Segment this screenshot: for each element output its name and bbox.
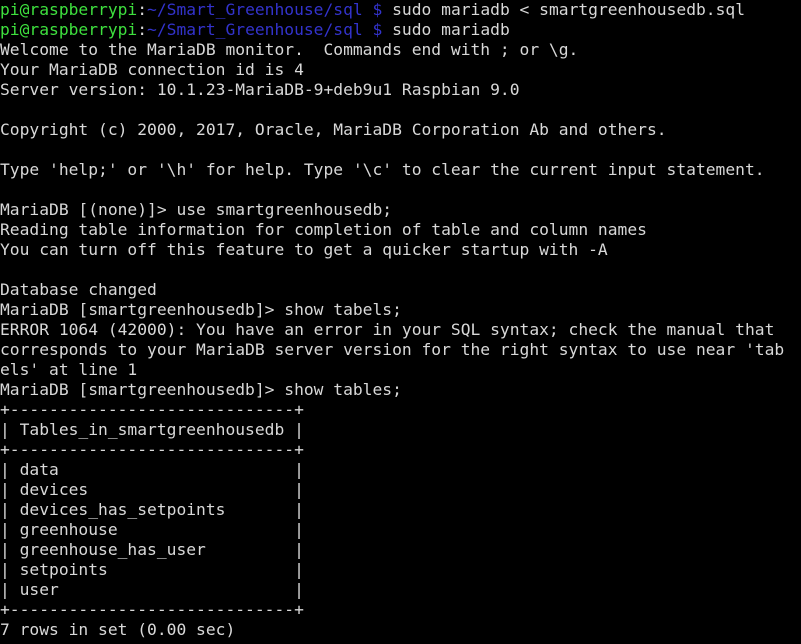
prompt-separator: :	[137, 0, 148, 19]
terminal-line-text: Welcome to the MariaDB monitor. Commands…	[0, 40, 579, 59]
terminal-line-text: Type 'help;' or '\h' for help. Type '\c'…	[0, 160, 765, 179]
prompt-user-host: pi@raspberrypi	[0, 20, 138, 39]
terminal-line: els' at line 1	[0, 360, 801, 380]
terminal-line-text: ERROR 1064 (42000): You have an error in…	[0, 320, 775, 339]
terminal-line: MariaDB [(none)]> use smartgreenhousedb;	[0, 200, 801, 220]
terminal-line: | user |	[0, 580, 801, 600]
terminal-line: | data |	[0, 460, 801, 480]
terminal-line-text: Reading table information for completion…	[0, 220, 647, 239]
terminal-line-text: | Tables_in_smartgreenhousedb |	[0, 420, 304, 439]
terminal-line-text: +-----------------------------+	[0, 400, 304, 419]
terminal-line: | devices_has_setpoints |	[0, 500, 801, 520]
terminal-line-text: | devices_has_setpoints |	[0, 500, 304, 519]
terminal-line: MariaDB [smartgreenhousedb]> show tabels…	[0, 300, 801, 320]
prompt-user-host: pi@raspberrypi	[0, 0, 138, 19]
prompt-sigil: $	[372, 0, 383, 19]
terminal-line: 7 rows in set (0.00 sec)	[0, 620, 801, 640]
terminal-line-text: +-----------------------------+	[0, 440, 304, 459]
prompt-path: ~/Smart_Greenhouse/sql	[147, 20, 363, 39]
terminal-line-text: | greenhouse |	[0, 520, 304, 539]
prompt-sigil: $	[372, 20, 383, 39]
terminal-line-text: You can turn off this feature to get a q…	[0, 240, 608, 259]
terminal-line-text: Database changed	[0, 280, 157, 299]
terminal-line-text: | greenhouse_has_user |	[0, 540, 304, 559]
terminal-line: MariaDB [smartgreenhousedb]> show tables…	[0, 380, 801, 400]
terminal-line-text: | setpoints |	[0, 560, 304, 579]
terminal-line-text: 7 rows in set (0.00 sec)	[0, 620, 236, 639]
terminal-line: Type 'help;' or '\h' for help. Type '\c'…	[0, 160, 801, 180]
terminal-line: Database changed	[0, 280, 801, 300]
terminal-line-text: MariaDB [smartgreenhousedb]> show tabels…	[0, 300, 402, 319]
terminal-line: | devices |	[0, 480, 801, 500]
terminal-line: | setpoints |	[0, 560, 801, 580]
terminal-line-text: Your MariaDB connection id is 4	[0, 60, 304, 79]
terminal-line: Copyright (c) 2000, 2017, Oracle, MariaD…	[0, 120, 801, 140]
terminal-line-text: MariaDB [(none)]> use smartgreenhousedb;	[0, 200, 393, 219]
prompt-separator: :	[137, 20, 148, 39]
shell-prompt-line: pi@raspberrypi:~/Smart_Greenhouse/sql $ …	[0, 0, 801, 20]
shell-command-text: sudo mariadb	[382, 20, 510, 39]
terminal-line: corresponds to your MariaDB server versi…	[0, 340, 801, 360]
terminal-line: +-----------------------------+	[0, 440, 801, 460]
terminal-line: +-----------------------------+	[0, 600, 801, 620]
terminal-line: | Tables_in_smartgreenhousedb |	[0, 420, 801, 440]
terminal-line-text: corresponds to your MariaDB server versi…	[0, 340, 785, 359]
terminal-line: You can turn off this feature to get a q…	[0, 240, 801, 260]
terminal-line: Welcome to the MariaDB monitor. Commands…	[0, 40, 801, 60]
terminal-line-text: | data |	[0, 460, 304, 479]
terminal-output-area[interactable]: pi@raspberrypi:~/Smart_Greenhouse/sql $ …	[0, 0, 801, 644]
terminal-line-text: Copyright (c) 2000, 2017, Oracle, MariaD…	[0, 120, 667, 139]
terminal-line: | greenhouse_has_user |	[0, 540, 801, 560]
terminal-line-text: | user |	[0, 580, 304, 599]
terminal-line: Reading table information for completion…	[0, 220, 801, 240]
terminal-line: | greenhouse |	[0, 520, 801, 540]
shell-prompt-line: pi@raspberrypi:~/Smart_Greenhouse/sql $ …	[0, 20, 801, 40]
terminal-line-text: +-----------------------------+	[0, 600, 304, 619]
prompt-path: ~/Smart_Greenhouse/sql	[147, 0, 363, 19]
terminal-line-text: MariaDB [smartgreenhousedb]> show tables…	[0, 380, 402, 399]
terminal-line: +-----------------------------+	[0, 400, 801, 420]
terminal-line: Server version: 10.1.23-MariaDB-9+deb9u1…	[0, 80, 801, 100]
shell-command-text: sudo mariadb < smartgreenhousedb.sql	[382, 0, 746, 19]
terminal-line-text: | devices |	[0, 480, 304, 499]
terminal-line: Your MariaDB connection id is 4	[0, 60, 801, 80]
terminal-line: ERROR 1064 (42000): You have an error in…	[0, 320, 801, 340]
terminal-line-text: Server version: 10.1.23-MariaDB-9+deb9u1…	[0, 80, 520, 99]
terminal-line-text: els' at line 1	[0, 360, 138, 379]
